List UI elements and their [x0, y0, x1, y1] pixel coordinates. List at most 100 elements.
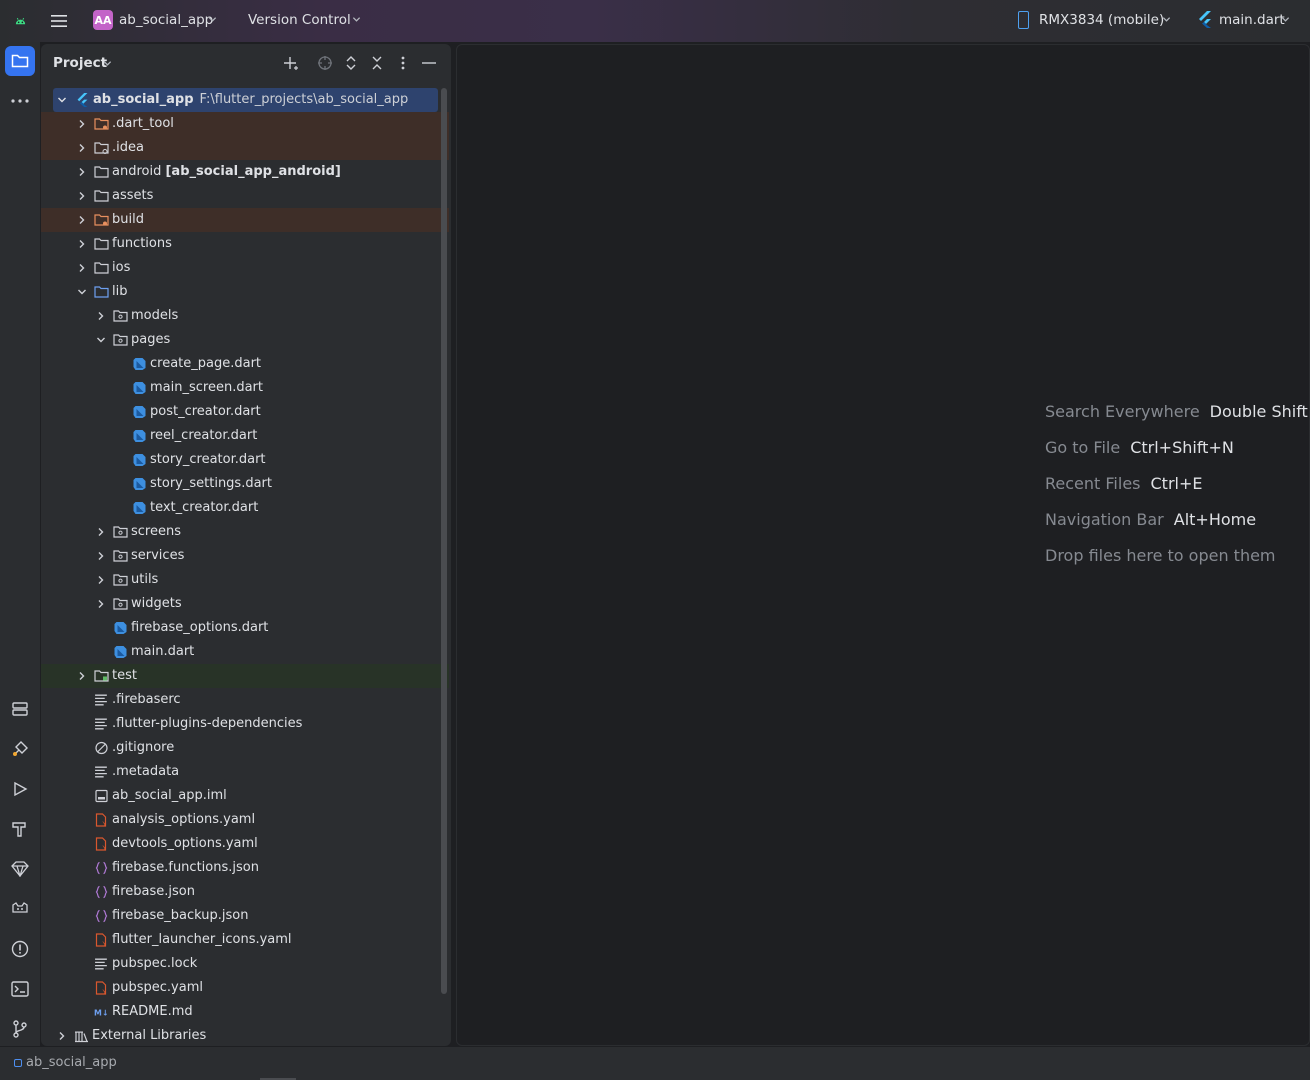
chevron-right-icon[interactable] [77, 215, 87, 225]
device-manager-button[interactable] [5, 694, 35, 724]
app-quality-button[interactable] [5, 854, 35, 884]
device-selector[interactable]: RMX3834 (mobile) [1039, 12, 1164, 28]
tree-file-node[interactable]: create_page.dart [41, 352, 449, 376]
chevron-down-icon[interactable] [103, 59, 112, 68]
locate-file-button[interactable] [317, 55, 333, 71]
new-file-button[interactable] [283, 55, 299, 71]
tree-file-node[interactable]: text_creator.dart [41, 496, 449, 520]
chevron-right-icon[interactable] [77, 167, 87, 177]
folder-icon [94, 166, 109, 178]
package-folder-icon [113, 598, 128, 610]
tree-folder-node[interactable]: assets [41, 184, 449, 208]
tree-folder-node[interactable]: lib [41, 280, 449, 304]
expand-all-button[interactable] [343, 55, 359, 71]
tree-file-node[interactable]: firebase.functions.json [41, 856, 449, 880]
tree-file-node[interactable]: .flutter-plugins-dependencies [41, 712, 449, 736]
collapse-all-button[interactable] [369, 55, 385, 71]
flutter-inspector-button[interactable] [5, 734, 35, 764]
tree-file-node[interactable]: post_creator.dart [41, 400, 449, 424]
tree-file-node[interactable]: firebase_options.dart [41, 616, 449, 640]
tree-root[interactable]: ab_social_app F:\flutter_projects\ab_soci… [53, 88, 438, 112]
options-button[interactable] [395, 55, 411, 71]
chevron-right-icon[interactable] [77, 239, 87, 249]
tree-file-node[interactable]: Ypubspec.yaml [41, 976, 449, 1000]
tree-file-node[interactable]: .firebaserc [41, 688, 449, 712]
chevron-down-icon[interactable] [352, 15, 361, 24]
tree-folder-node[interactable]: .idea [41, 136, 449, 160]
chevron-right-icon[interactable] [96, 527, 106, 537]
text-file-icon [95, 694, 107, 706]
tree-file-node[interactable]: story_settings.dart [41, 472, 449, 496]
version-control-menu[interactable]: Version Control [248, 12, 351, 28]
tree-node-label: .flutter-plugins-dependencies [112, 716, 303, 731]
tree-file-node[interactable]: Yanalysis_options.yaml [41, 808, 449, 832]
project-tool-button[interactable] [5, 46, 35, 76]
more-tools-button[interactable] [5, 86, 35, 116]
tree-file-node[interactable]: firebase.json [41, 880, 449, 904]
tree-folder-node[interactable]: External Libraries [41, 1024, 449, 1046]
tree-file-node[interactable]: ab_social_app.iml [41, 784, 449, 808]
tree-folder-node[interactable]: android [ab_social_app_android] [41, 160, 449, 184]
project-avatar[interactable]: AA [93, 10, 113, 30]
chevron-right-icon[interactable] [77, 671, 87, 681]
chevron-down-icon[interactable] [57, 95, 67, 105]
tree-folder-node[interactable]: utils [41, 568, 449, 592]
logcat-button[interactable] [5, 894, 35, 924]
tree-node-label: main.dart [131, 644, 195, 659]
mobile-device-icon[interactable] [1018, 11, 1029, 29]
tree-file-node[interactable]: Yflutter_launcher_icons.yaml [41, 928, 449, 952]
android-icon[interactable] [14, 14, 27, 27]
tree-file-node[interactable]: reel_creator.dart [41, 424, 449, 448]
run-tool-button[interactable] [5, 774, 35, 804]
terminal-button[interactable] [5, 974, 35, 1004]
status-breadcrumb[interactable]: ab_social_app [26, 1055, 117, 1070]
chevron-right-icon[interactable] [77, 119, 87, 129]
project-switcher[interactable]: ab_social_app [119, 12, 213, 28]
tree-folder-node[interactable]: ios [41, 256, 449, 280]
chevron-down-icon[interactable] [208, 15, 217, 24]
chevron-right-icon[interactable] [96, 599, 106, 609]
tree-folder-node[interactable]: screens [41, 520, 449, 544]
main-menu-icon[interactable] [50, 12, 68, 30]
tree-folder-node[interactable]: services [41, 544, 449, 568]
editor-hint: Search Everywhere Double Shift [1045, 402, 1308, 421]
chevron-right-icon[interactable] [77, 191, 87, 201]
tree-folder-node[interactable]: build [41, 208, 449, 232]
tree-folder-node[interactable]: test [41, 664, 449, 688]
chevron-down-icon[interactable] [1162, 15, 1171, 24]
tree-file-node[interactable]: M↓ README.md [41, 1000, 449, 1024]
chevron-down-icon[interactable] [77, 287, 87, 297]
hint-action: Navigation Bar [1045, 510, 1164, 529]
chevron-right-icon[interactable] [96, 551, 106, 561]
chevron-right-icon[interactable] [77, 143, 87, 153]
tree-file-node[interactable]: firebase_backup.json [41, 904, 449, 928]
folder-icon [11, 54, 29, 68]
tree-folder-node[interactable]: functions [41, 232, 449, 256]
hide-panel-button[interactable] [421, 55, 437, 71]
tree-file-node[interactable]: Ydevtools_options.yaml [41, 832, 449, 856]
chevron-right-icon[interactable] [96, 311, 106, 321]
chevron-down-icon[interactable] [96, 335, 106, 345]
tree-file-node[interactable]: .metadata [41, 760, 449, 784]
tree-folder-node[interactable]: models [41, 304, 449, 328]
tree-folder-node[interactable]: .dart_tool [41, 112, 449, 136]
tree-folder-node[interactable]: pages [41, 328, 449, 352]
editor-empty-area[interactable] [456, 44, 1310, 1046]
tree-file-node[interactable]: .gitignore [41, 736, 449, 760]
chevron-down-icon[interactable] [1281, 15, 1290, 24]
project-view-title[interactable]: Project [53, 55, 107, 71]
vertical-scrollbar[interactable] [441, 88, 447, 994]
tree-folder-node[interactable]: widgets [41, 592, 449, 616]
git-button[interactable] [5, 1014, 35, 1044]
problems-button[interactable] [5, 934, 35, 964]
run-configuration-selector[interactable]: main.dart [1219, 12, 1285, 28]
tree-file-node[interactable]: pubspec.lock [41, 952, 449, 976]
build-tool-button[interactable] [5, 814, 35, 844]
chevron-right-icon[interactable] [57, 1031, 67, 1041]
project-panel-header: Project [41, 44, 451, 82]
chevron-right-icon[interactable] [77, 263, 87, 273]
chevron-right-icon[interactable] [96, 575, 106, 585]
tree-file-node[interactable]: main_screen.dart [41, 376, 449, 400]
tree-file-node[interactable]: story_creator.dart [41, 448, 449, 472]
tree-file-node[interactable]: main.dart [41, 640, 449, 664]
